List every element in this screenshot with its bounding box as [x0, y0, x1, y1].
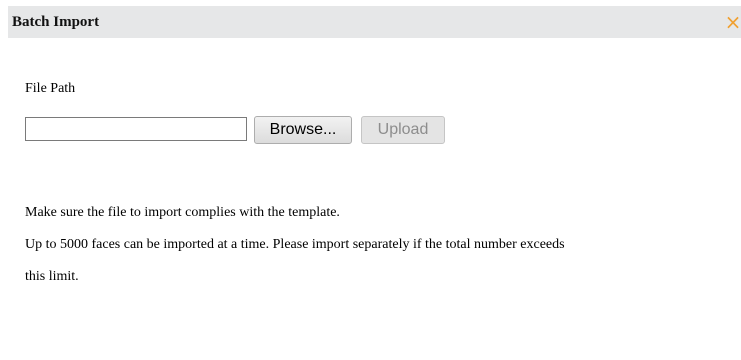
dialog-title-bar: Batch Import × — [8, 6, 741, 38]
limit-notice-continued: this limit. — [25, 269, 79, 284]
close-icon[interactable]: × — [722, 6, 741, 38]
file-path-input[interactable] — [25, 117, 247, 141]
batch-import-dialog: Batch Import × File Path Browse... Uploa… — [0, 0, 741, 360]
file-path-label: File Path — [25, 81, 76, 96]
upload-button[interactable]: Upload — [361, 116, 445, 144]
browse-button[interactable]: Browse... — [254, 116, 352, 144]
template-notice: Make sure the file to import complies wi… — [25, 205, 340, 220]
limit-notice: Up to 5000 faces can be imported at a ti… — [25, 237, 565, 252]
dialog-title: Batch Import — [12, 14, 100, 30]
